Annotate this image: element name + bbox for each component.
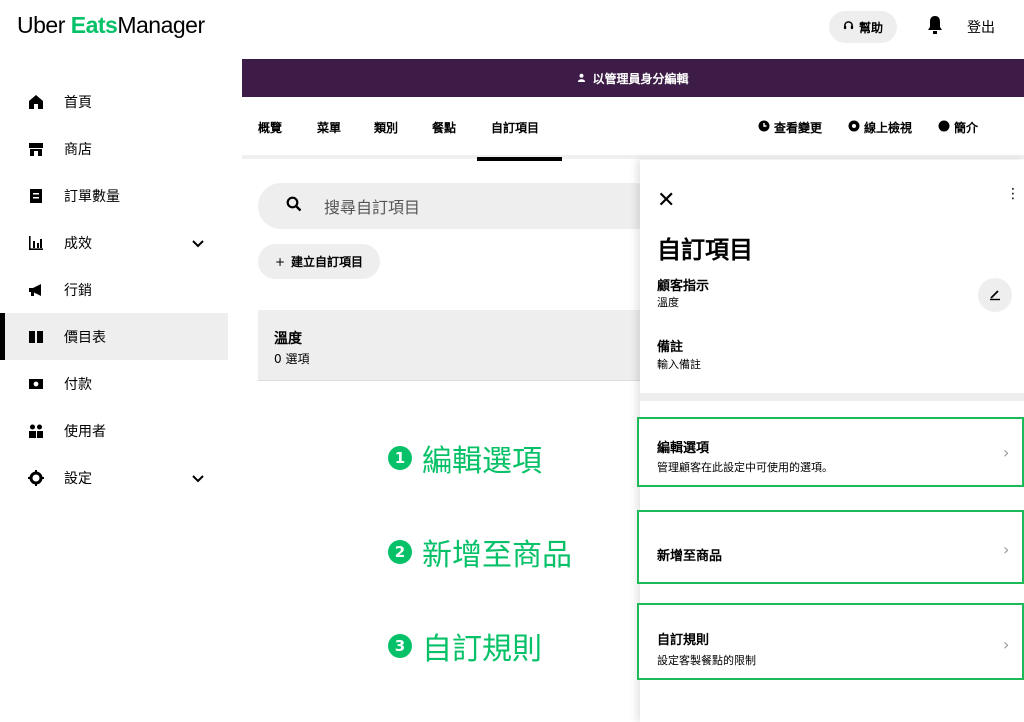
option-row-title: 自訂規則 <box>657 633 710 648</box>
tab-overview[interactable]: 概覽 <box>258 119 282 136</box>
receipt-icon <box>28 188 44 204</box>
edit-button[interactable] <box>978 278 1012 312</box>
sidebar-item-performance[interactable]: 成效 <box>0 219 228 266</box>
book-icon <box>28 329 44 345</box>
option-row-title: 新增至商品 <box>657 549 723 564</box>
panel-title: 自訂項目 <box>657 236 753 264</box>
money-icon <box>28 376 44 392</box>
sidebar-item-label: 商店 <box>64 141 92 158</box>
view-changes-link[interactable]: 查看變更 <box>758 119 822 136</box>
active-tab-indicator <box>477 157 562 161</box>
chevron-down-icon <box>192 236 204 252</box>
tab-menu[interactable]: 菜單 <box>317 119 341 136</box>
chevron-right-icon: › <box>1003 540 1010 559</box>
view-changes-label: 查看變更 <box>774 121 823 135</box>
customization-rules-row[interactable]: 自訂規則 設定客製餐點的限制 › <box>637 603 1024 680</box>
customer-instruction-value: 溫度 <box>657 296 679 309</box>
sidebar-item-label: 設定 <box>64 470 92 487</box>
sidebar-item-users[interactable]: 使用者 <box>0 407 228 454</box>
search-placeholder: 搜尋自訂項目 <box>324 198 421 217</box>
annotation-number: 1 <box>388 446 412 470</box>
person-icon <box>577 71 586 85</box>
dot-icon <box>938 120 950 135</box>
add-to-items-row[interactable]: 新增至商品 › <box>637 510 1024 584</box>
help-button[interactable]: 幫助 <box>829 11 897 43</box>
annotation-1: 1 編輯選項 <box>388 436 542 480</box>
sidebar-item-menu-list[interactable]: 價目表 <box>0 313 228 360</box>
sidebar-item-label: 成效 <box>64 235 92 252</box>
annotation-number: 2 <box>388 540 412 564</box>
chevron-right-icon: › <box>1003 635 1010 654</box>
home-icon <box>28 94 44 110</box>
edit-options-row[interactable]: 編輯選項 管理顧客在此設定中可使用的選項。 › <box>637 417 1024 487</box>
sidebar-item-label: 訂單數量 <box>64 188 120 205</box>
online-preview-label: 線上檢視 <box>864 121 913 135</box>
create-customization-button[interactable]: + 建立自訂項目 <box>258 244 380 279</box>
sidebar-item-payments[interactable]: 付款 <box>0 360 228 407</box>
store-icon <box>28 141 44 157</box>
create-customization-label: 建立自訂項目 <box>291 255 364 269</box>
online-preview-link[interactable]: 線上檢視 <box>848 119 912 136</box>
search-customizations-input[interactable]: 搜尋自訂項目 <box>258 183 658 229</box>
customization-list-item[interactable]: 溫度 0 選項 <box>258 310 658 381</box>
tab-categories[interactable]: 類別 <box>374 119 398 136</box>
pencil-icon <box>988 286 1002 305</box>
chart-icon <box>28 235 44 251</box>
bell-icon[interactable] <box>925 14 945 36</box>
clock-icon <box>758 120 770 135</box>
logout-link[interactable]: 登出 <box>967 17 995 37</box>
sidebar-item-orders[interactable]: 訂單數量 <box>0 172 228 219</box>
notes-value[interactable]: 輸入備註 <box>657 356 701 372</box>
customer-instruction-label: 顧客指示 <box>657 279 710 294</box>
sidebar-item-settings[interactable]: 設定 <box>0 454 228 501</box>
intro-label: 簡介 <box>954 121 979 135</box>
annotation-number: 3 <box>388 634 412 658</box>
sidebar: 首頁 商店 訂單數量 成效 行銷 價目表 付款 使用者 設定 <box>0 78 228 501</box>
sidebar-item-label: 首頁 <box>64 94 92 111</box>
notes-label: 備註 <box>657 340 684 355</box>
tab-items[interactable]: 餐點 <box>432 119 456 136</box>
annotation-3: 3 自訂規則 <box>388 624 542 668</box>
menu-tabs: 概覽 菜單 類別 餐點 自訂項目 查看變更 線上檢視 簡介 <box>242 97 1024 159</box>
customization-option-count: 0 選項 <box>274 352 310 366</box>
sidebar-item-store[interactable]: 商店 <box>0 125 228 172</box>
help-label: 幫助 <box>858 20 883 35</box>
megaphone-icon <box>28 282 44 298</box>
headset-icon <box>843 20 854 34</box>
panel-divider <box>640 393 1024 401</box>
banner-text: 以管理員身分編輯 <box>592 71 689 86</box>
annotation-text: 新增至商品 <box>422 538 572 573</box>
more-options-icon[interactable]: ⋮ <box>1006 186 1020 202</box>
admin-edit-banner: 以管理員身分編輯 <box>242 59 1024 97</box>
annotation-text: 編輯選項 <box>422 444 542 479</box>
option-row-title: 編輯選項 <box>657 441 710 456</box>
close-icon[interactable]: ✕ <box>657 188 675 213</box>
logo-eats-text: Eats <box>70 12 118 38</box>
tab-customizations[interactable]: 自訂項目 <box>491 119 539 136</box>
customization-title: 溫度 <box>274 331 302 347</box>
sidebar-item-label: 使用者 <box>64 423 106 440</box>
sidebar-item-label: 價目表 <box>64 329 106 346</box>
users-icon <box>28 423 44 439</box>
chevron-right-icon: › <box>1003 443 1010 462</box>
logo-uber-text: Uber <box>17 12 65 38</box>
sidebar-item-label: 行銷 <box>64 282 92 299</box>
chevron-down-icon <box>192 471 204 487</box>
eye-icon <box>848 120 860 135</box>
plus-icon: + <box>274 254 286 269</box>
sidebar-item-marketing[interactable]: 行銷 <box>0 266 228 313</box>
intro-link[interactable]: 簡介 <box>938 119 978 136</box>
logo-manager-text: Manager <box>117 12 205 38</box>
option-row-description: 管理顧客在此設定中可使用的選項。 <box>657 461 833 474</box>
gear-icon <box>28 469 44 486</box>
sidebar-item-home[interactable]: 首頁 <box>0 78 228 125</box>
sidebar-item-label: 付款 <box>64 376 92 393</box>
annotation-2: 2 新增至商品 <box>388 530 572 574</box>
search-icon <box>286 196 324 216</box>
uber-eats-manager-logo[interactable]: Uber EatsManager <box>17 12 205 39</box>
option-row-description: 設定客製餐點的限制 <box>657 654 756 667</box>
annotation-text: 自訂規則 <box>422 632 542 667</box>
